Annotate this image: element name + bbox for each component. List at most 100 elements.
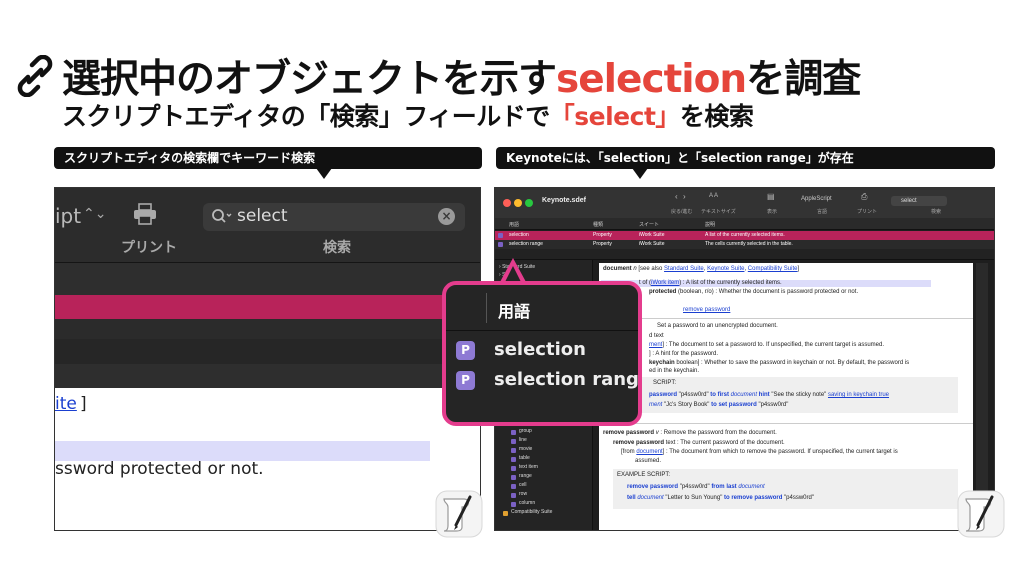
row-suite: iWork Suite [639, 241, 665, 247]
row-term: selection range [509, 241, 543, 247]
example-box: EXAMPLE SCRIPT: remove password "p4ssw0r… [613, 469, 958, 509]
row-kind: Property [593, 241, 612, 247]
selection-line: t of (iWork item) : A list of the curren… [639, 280, 782, 286]
ment-line: ment] : The document to set a password t… [649, 342, 885, 348]
highlight-bar [55, 441, 430, 461]
zoomed-toolbar-panel: ipt ⌃⌄ プリント select × 検索 ite ] ssword pro… [54, 187, 481, 531]
text-size-label: テキストサイズ [701, 209, 736, 215]
back-icon[interactable]: ‹ [675, 192, 678, 201]
sidebar-item[interactable]: Compatibility Suite [511, 509, 552, 515]
splitter[interactable] [495, 249, 994, 260]
sidebar-class-item[interactable]: row [519, 491, 527, 497]
text-size-icon[interactable]: A A [709, 193, 718, 199]
language-label: 言語 [817, 209, 828, 215]
suite-link[interactable]: ite [55, 394, 77, 414]
example-line: tell document "Letter to Sun Young" to r… [627, 495, 814, 501]
search-label: 検索 [931, 209, 942, 215]
column-term[interactable]: 用語 [509, 221, 519, 228]
sidebar-class-item[interactable]: table [519, 455, 530, 461]
row-description: A list of the currently selected items. [705, 232, 785, 238]
callout-left: スクリプトエディタの検索欄でキーワード検索 [54, 147, 482, 179]
text-line: d text [649, 333, 664, 339]
doc-line: document n [see also Standard Suite, Key… [603, 266, 800, 272]
print-label: プリント [121, 240, 177, 256]
column-description[interactable]: 説明 [705, 221, 715, 228]
sidebar-class-item[interactable]: text item [519, 464, 538, 470]
bracket-text: ] [80, 394, 87, 414]
language-popup[interactable]: AppleScript [801, 196, 832, 202]
remove-from-line-2: assumed. [635, 458, 662, 464]
example-label: SCRIPT: [653, 380, 677, 386]
results-header: 用語 種類 スイート 説明 [495, 218, 994, 230]
popup-item-label: selection range [494, 369, 642, 390]
result-row[interactable]: selection range Property iWork Suite The… [495, 240, 994, 249]
description-pane: ite ] ssword protected or not. [55, 388, 480, 530]
set-password-line: Set a password to an unencrypted documen… [657, 323, 778, 329]
row-suite: iWork Suite [639, 232, 665, 238]
chevron-updown-icon[interactable]: ⌃⌄ [83, 206, 106, 222]
keychain-line: keychain boolean] : Whether to save the … [649, 360, 910, 366]
print-label: プリント [857, 209, 878, 215]
minimize-button[interactable] [514, 199, 522, 207]
sidebar-class-item[interactable]: cell [519, 482, 527, 488]
list-row[interactable] [55, 319, 480, 339]
sidebar-class-item[interactable]: range [519, 473, 532, 479]
list-row[interactable] [55, 339, 480, 364]
keychain-line-2: ed in the keychain. [649, 368, 700, 374]
view-icon[interactable]: ▤ [767, 192, 775, 201]
example-line: remove password "p4ssw0rd" from last doc… [627, 484, 765, 490]
sidebar-class-item[interactable]: column [519, 500, 535, 506]
search-icon [212, 209, 232, 223]
protected-line: protected (boolean, r/o) : Whether the d… [649, 289, 859, 295]
search-input[interactable]: select [237, 206, 288, 226]
sidebar-class-item[interactable]: line [519, 437, 527, 443]
title-row: 選択中のオブジェクトを示すselectionを調査 [14, 48, 861, 104]
search-field[interactable]: select [891, 196, 947, 206]
sidebar-class-item[interactable]: movie [519, 446, 532, 452]
dictionary-content: document n [see also Standard Suite, Key… [599, 263, 973, 530]
search-label: 検索 [323, 240, 351, 256]
popup-header: 用語 [446, 285, 638, 331]
link-icon [17, 55, 53, 97]
selected-row[interactable] [55, 295, 480, 319]
popup-item-label: selection [494, 339, 586, 360]
result-row[interactable]: selection Property iWork Suite A list of… [495, 231, 994, 240]
example-label: EXAMPLE SCRIPT: [617, 472, 671, 478]
row-description: The cells currently selected in the tabl… [705, 241, 793, 247]
print-icon[interactable]: ⎙ [861, 192, 867, 202]
popup-pointer-inner [505, 266, 521, 282]
print-icon[interactable] [133, 203, 157, 225]
row-term: selection [509, 232, 529, 238]
callout-right: Keynoteには、「selection」と「selection range」が… [496, 147, 995, 179]
zoom-button[interactable] [525, 199, 533, 207]
search-field[interactable]: select × [203, 203, 465, 231]
forward-icon[interactable]: › [683, 192, 686, 201]
column-kind[interactable]: 種類 [593, 221, 603, 228]
close-button[interactable] [503, 199, 511, 207]
list-header [55, 263, 480, 299]
toolbar: ipt ⌃⌄ プリント select × 検索 [55, 188, 480, 263]
zoom-popup: 用語 P selection P selection range [442, 281, 642, 426]
remove-ref-line: remove password [683, 307, 731, 313]
page-subtitle: スクリプトエディタの「検索」フィールドで「select」を検索 [62, 102, 754, 131]
property-icon [498, 242, 503, 247]
property-icon: P [456, 371, 475, 390]
language-popup-label[interactable]: ipt [55, 204, 81, 228]
view-label: 表示 [767, 209, 778, 215]
hint-line: ] : A hint for the password. [649, 351, 719, 357]
script-editor-icon [435, 490, 483, 538]
property-icon [498, 233, 503, 238]
page-title: 選択中のオブジェクトを示すselectionを調査 [62, 57, 861, 102]
search-input[interactable]: select [901, 198, 917, 204]
example-box: SCRIPT: password "p4ssw0rd" to first doc… [613, 377, 958, 413]
back-forward-label: 戻る/進む [671, 209, 693, 215]
clear-icon[interactable]: × [438, 208, 455, 225]
sidebar-class-item[interactable]: group [519, 428, 532, 434]
window-titlebar: Keynote.sdef ‹ › 戻る/進む A A テキストサイズ ▤ 表示 … [495, 188, 994, 218]
column-suite[interactable]: スイート [639, 221, 659, 228]
property-icon: P [456, 341, 475, 360]
example-line: ment "Jc's Story Book" to set password "… [649, 402, 789, 408]
list-row[interactable] [55, 364, 480, 388]
remove-from-line: [from document] : The document from whic… [621, 449, 898, 455]
window-title: Keynote.sdef [542, 197, 586, 204]
